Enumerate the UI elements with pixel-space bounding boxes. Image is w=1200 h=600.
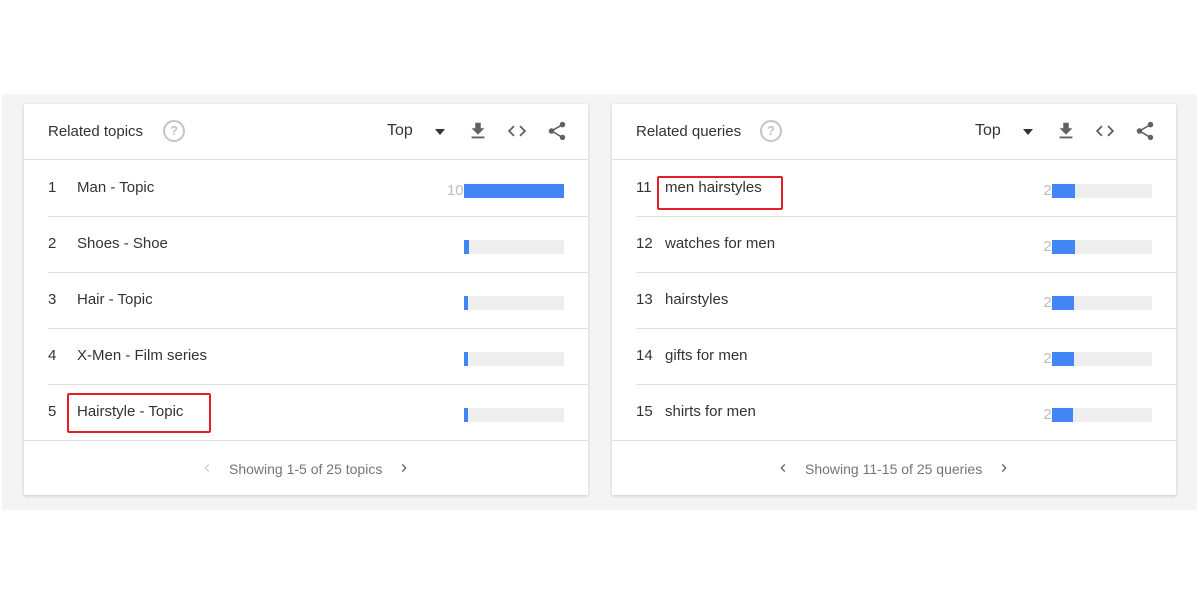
card-header: Related queries ? Top <box>612 104 1176 160</box>
rank: 2 <box>48 235 57 252</box>
value-bar <box>1052 296 1074 310</box>
rank: 13 <box>636 291 653 308</box>
list-item[interactable]: 15 shirts for men 21 <box>636 384 1176 440</box>
value-bar <box>464 240 469 254</box>
topic-label[interactable]: Man - Topic <box>77 179 154 196</box>
highlight-box <box>67 393 211 433</box>
rank: 12 <box>636 235 653 252</box>
download-icon[interactable] <box>467 120 489 142</box>
topic-label[interactable]: Hair - Topic <box>77 291 153 308</box>
list-item[interactable]: 13 hairstyles 22 <box>636 272 1176 329</box>
value-bar-track <box>1052 184 1152 198</box>
rank: 5 <box>48 403 57 420</box>
chevron-down-icon[interactable] <box>435 129 445 135</box>
card-header: Related topics ? Top <box>24 104 588 160</box>
value-bar <box>1052 408 1073 422</box>
query-label[interactable]: watches for men <box>665 235 775 252</box>
value-bar-track <box>464 240 564 254</box>
value-bar-track <box>1052 408 1152 422</box>
list-item[interactable]: 14 gifts for men 22 <box>636 328 1176 385</box>
list-item[interactable]: 3 Hair - Topic 4 <box>48 272 588 329</box>
value-bar <box>464 408 468 422</box>
highlight-box <box>657 176 783 210</box>
value-bar-track <box>1052 296 1152 310</box>
list-item[interactable]: 11 men hairstyles 23 <box>636 160 1176 217</box>
pagination: Showing 11-15 of 25 queries <box>612 440 1176 496</box>
value-bar <box>1052 184 1075 198</box>
rank: 11 <box>636 179 652 196</box>
value-bar <box>1052 240 1075 254</box>
list-item[interactable]: 2 Shoes - Shoe 5 <box>48 216 588 273</box>
embed-code-icon[interactable] <box>1094 120 1116 142</box>
list-item[interactable]: 5 Hairstyle - Topic 4 <box>48 384 588 440</box>
card-title: Related topics <box>48 123 144 140</box>
query-label[interactable]: gifts for men <box>665 347 748 364</box>
top-rising-select[interactable]: Top <box>387 122 413 140</box>
related-queries-card: Related queries ? Top 11 men hairstyles … <box>612 104 1176 495</box>
value-bar-track <box>464 352 564 366</box>
value-bar-track <box>464 184 564 198</box>
value-bar-track <box>1052 240 1152 254</box>
value-bar <box>464 352 468 366</box>
chevron-right-icon[interactable] <box>996 460 1012 476</box>
chevron-down-icon[interactable] <box>1023 129 1033 135</box>
top-rising-select[interactable]: Top <box>975 122 1001 140</box>
share-icon[interactable] <box>1134 120 1156 142</box>
rank: 15 <box>636 403 653 420</box>
share-icon[interactable] <box>546 120 568 142</box>
value-bar-track <box>1052 352 1152 366</box>
topic-label[interactable]: X-Men - Film series <box>77 347 207 364</box>
value-bar-track <box>464 296 564 310</box>
help-circle-icon[interactable]: ? <box>163 120 185 142</box>
list-item[interactable]: 12 watches for men 23 <box>636 216 1176 273</box>
rank: 14 <box>636 347 653 364</box>
value-bar <box>464 184 564 198</box>
pagination-text: Showing 11-15 of 25 queries <box>805 461 983 477</box>
related-topics-card: Related topics ? Top 1 Man - Topic 100 2… <box>24 104 588 495</box>
query-label[interactable]: shirts for men <box>665 403 756 420</box>
chevron-left-icon[interactable] <box>775 460 791 476</box>
topic-label[interactable]: Shoes - Shoe <box>77 235 168 252</box>
embed-code-icon[interactable] <box>506 120 528 142</box>
value-bar <box>464 296 468 310</box>
pagination-text: Showing 1-5 of 25 topics <box>229 461 383 477</box>
value-bar <box>1052 352 1074 366</box>
rank: 1 <box>48 179 57 196</box>
query-label[interactable]: hairstyles <box>665 291 728 308</box>
help-circle-icon[interactable]: ? <box>760 120 782 142</box>
card-title: Related queries <box>636 123 742 140</box>
list-item[interactable]: 4 X-Men - Film series 4 <box>48 328 588 385</box>
chevron-right-icon[interactable] <box>396 460 412 476</box>
pagination: Showing 1-5 of 25 topics <box>24 440 588 496</box>
download-icon[interactable] <box>1055 120 1077 142</box>
list-item[interactable]: 1 Man - Topic 100 <box>48 160 588 217</box>
value-bar-track <box>464 408 564 422</box>
chevron-left-icon[interactable] <box>199 460 215 476</box>
rank: 3 <box>48 291 57 308</box>
rank: 4 <box>48 347 57 364</box>
